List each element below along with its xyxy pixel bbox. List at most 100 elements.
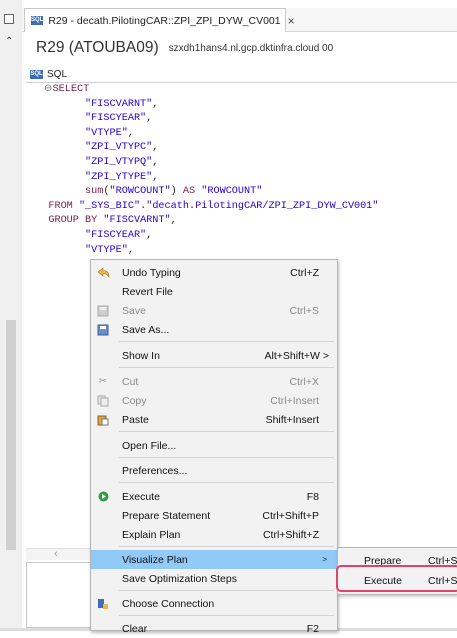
menu-label: Save [122,304,146,317]
code-token: FROM [48,200,73,212]
menu-separator [119,482,334,483]
menu-prepare-statement[interactable]: Prepare Statement Ctrl+Shift+P [91,506,337,525]
code-line[interactable]: "FISCYEAR", [30,229,379,244]
menu-label: Save Optimization Steps [122,572,237,585]
tab-title: R29 - decath.PilotingCAR::ZPI_ZPI_DYW_CV… [48,14,281,27]
menu-label: Preferences... [122,464,188,477]
code-line[interactable]: "FISCVARNT", [30,98,379,113]
code-line[interactable]: "ZPI_VTYPQ", [30,156,379,171]
menu-label: Paste [122,413,149,426]
menu-separator [119,546,334,547]
menu-paste[interactable]: Paste Shift+Insert [91,410,337,429]
code-token: , [152,156,159,168]
sql-file-icon: SQL [31,16,44,25]
connection-icon [96,597,110,611]
menu-shortcut: Ctrl+Shift+P [262,509,319,522]
code-token: , [152,142,159,154]
undo-icon [96,266,110,280]
menu-execute[interactable]: Execute F8 [91,487,337,506]
submenu-arrow-icon: > [322,555,327,564]
code-token: , [170,215,177,227]
result-panel [26,562,96,628]
menu-label: Undo Typing [122,266,181,279]
menu-separator [119,615,334,616]
code-token: "ROWCOUNT" [201,186,263,198]
menu-label: Revert File [122,285,173,298]
copy-icon [96,394,110,408]
code-line[interactable]: "FISCYEAR", [30,112,379,127]
menu-label: Open File... [122,439,177,452]
menu-shortcut: Ctrl+S [289,304,319,317]
code-line[interactable]: ⊖SELECT [30,83,379,98]
menu-separator [119,431,334,432]
menu-separator [119,457,334,458]
menu-label: Visualize Plan [122,553,188,566]
menu-shortcut: Ctrl+Shift+Z [262,528,319,541]
scroll-left-icon[interactable]: ‹ [54,548,58,560]
code-token: "FISCYEAR" [85,229,147,241]
code-line[interactable]: "ZPI_YTYPE", [30,171,379,186]
vertical-scrollbar[interactable] [6,320,16,550]
menu-choose-connection[interactable]: Choose Connection [91,594,337,613]
left-gutter: ⌃ [0,0,22,631]
code-token: SELECT [52,84,90,95]
code-token: "FISCVARNT" [103,215,171,227]
menu-show-in[interactable]: Show In Alt+Shift+W > [91,346,337,365]
menu-shortcut: Alt+Shift+W > [264,349,330,362]
menu-copy[interactable]: Copy Ctrl+Insert [91,391,337,410]
restore-icon[interactable] [4,14,14,24]
code-token: "ROWCOUNT" [109,186,171,198]
collapse-chevron-icon[interactable]: ⌃ [5,36,13,47]
menu-shortcut: F2 [306,622,319,635]
menu-label: Copy [122,394,147,407]
code-line[interactable]: GROUP BY "FISCVARNT", [30,214,379,229]
code-token: "ZPI_VTYPC" [85,142,153,154]
code-token: AS [182,186,196,198]
menu-shortcut: Ctrl+Insert [270,394,319,407]
code-line[interactable]: "VTYPE", [30,244,379,259]
sql-code[interactable]: ⊖SELECT "FISCVARNT", "FISCYEAR", "VTYPE"… [30,83,379,258]
menu-undo-typing[interactable]: Undo Typing Ctrl+Z [91,263,337,282]
code-token: "ZPI_YTYPE" [85,171,153,183]
sql-icon: SQL [30,69,43,79]
close-icon[interactable]: × [288,14,295,28]
menu-label: Save As... [122,323,170,336]
callout-highlight [336,565,457,592]
code-line[interactable]: sum("ROWCOUNT") AS "ROWCOUNT" [30,185,379,200]
menu-preferences[interactable]: Preferences... [91,461,337,480]
menu-label: Explain Plan [122,528,181,541]
tab-sql[interactable]: SQL SQL [26,66,71,82]
editor-tab[interactable]: SQL R29 - decath.PilotingCAR::ZPI_ZPI_DY… [24,8,295,32]
menu-explain-plan[interactable]: Explain Plan Ctrl+Shift+Z [91,525,337,544]
code-token: "FISCVARNT" [85,98,153,110]
menu-revert-file[interactable]: Revert File [91,282,337,301]
code-token: "VTYPE" [85,244,128,256]
fold-icon[interactable]: ⊖ [44,84,53,95]
menu-label: Show In [122,349,160,362]
code-token: "_SYS_BIC" [78,200,141,212]
execute-icon [96,490,110,504]
menu-cut[interactable]: ✂ Cut Ctrl+X [91,372,337,391]
code-line[interactable]: "VTYPE", [30,127,379,142]
code-token: , [152,171,159,183]
code-token: ) [170,186,183,198]
menu-open-file[interactable]: Open File... [91,436,337,455]
menu-visualize-plan[interactable]: Visualize Plan > [91,550,337,569]
code-token: "decath.PilotingCAR/ZPI_ZPI_DYW_CV001" [146,200,379,212]
code-line[interactable]: "ZPI_VTYPC", [30,141,379,156]
code-token: , [127,127,134,139]
menu-shortcut: Ctrl+X [289,375,319,388]
menu-clear[interactable]: Clear F2 [91,619,337,638]
menu-shortcut: Shift+Insert [265,413,319,426]
menu-label: Cut [122,375,139,388]
menu-save-optimization-steps[interactable]: Save Optimization Steps [91,569,337,588]
save-as-icon [96,323,110,337]
menu-save[interactable]: Save Ctrl+S [91,301,337,320]
menu-save-as[interactable]: Save As... [91,320,337,339]
menu-label: Execute [122,490,160,503]
code-line[interactable]: FROM "_SYS_BIC"."decath.PilotingCAR/ZPI_… [30,200,379,215]
menu-label: Choose Connection [122,597,215,610]
